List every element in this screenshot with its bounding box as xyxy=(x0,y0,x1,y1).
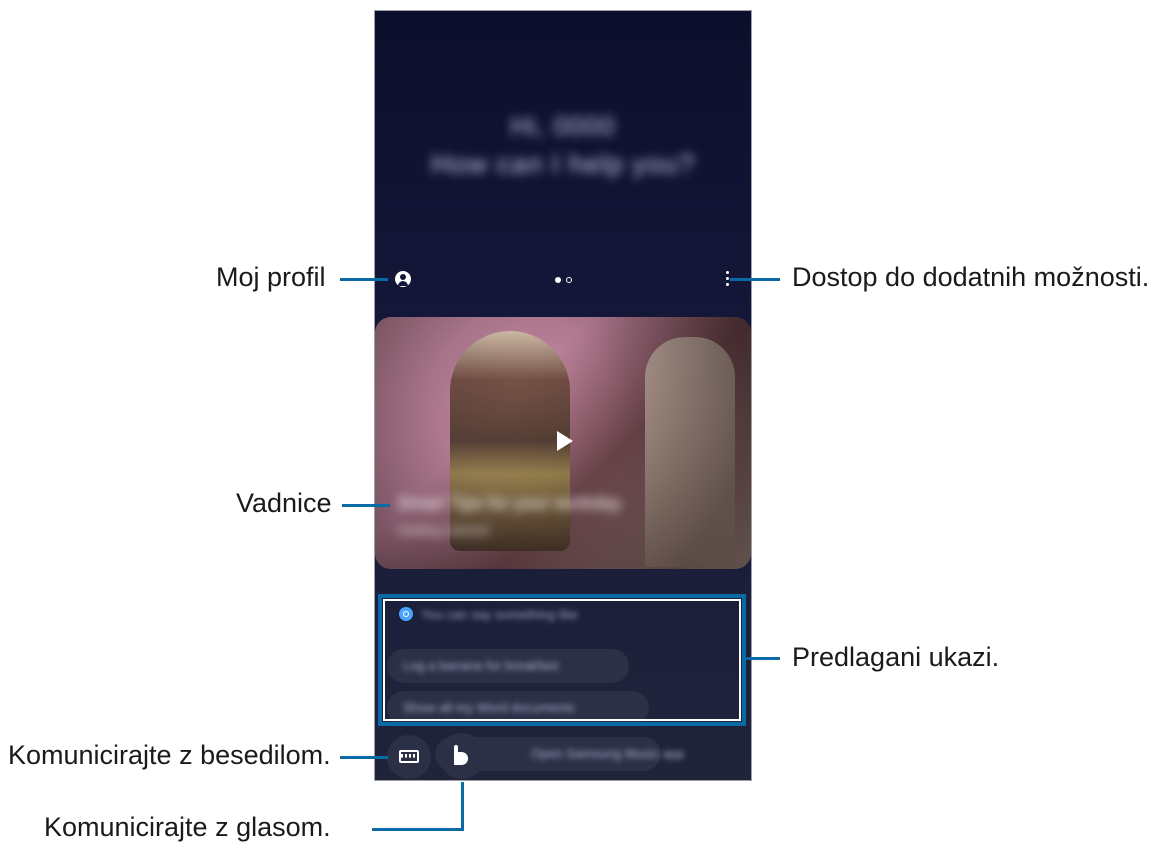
tutorial-caption: Smart Tips for your workday Getting star… xyxy=(397,493,657,538)
greeting-question: How can I help you? xyxy=(431,149,695,179)
callout-line-tutorials xyxy=(342,504,390,507)
label-text-communication: Komunicirajte z besedilom. xyxy=(8,740,331,770)
label-suggested-commands: Predlagani ukazi. xyxy=(792,642,1000,672)
callout-line-profile xyxy=(340,278,388,281)
callout-line-voice-horizontal xyxy=(372,828,464,831)
label-profile: Moj profil xyxy=(216,262,326,292)
callout-line-voice-vertical xyxy=(461,782,464,831)
profile-icon[interactable] xyxy=(395,271,411,287)
page-indicator-active xyxy=(555,277,561,283)
label-tutorials: Vadnice xyxy=(236,488,332,518)
keyboard-icon xyxy=(399,750,419,763)
tutorial-title: Smart Tips for your workday xyxy=(397,493,622,513)
top-row xyxy=(375,269,751,291)
bixby-voice-icon xyxy=(454,745,468,765)
label-more-options: Dostop do dodatnih možnosti. xyxy=(792,262,1150,292)
play-icon[interactable] xyxy=(557,431,573,451)
callout-line-more xyxy=(730,278,780,281)
tutorial-card[interactable]: Smart Tips for your workday Getting star… xyxy=(375,317,751,569)
label-voice-communication: Komunicirajte z glasom. xyxy=(44,812,331,842)
keyboard-button[interactable] xyxy=(387,735,431,779)
suggestions-highlight xyxy=(378,594,746,726)
greeting-name: Hi, 0000 xyxy=(510,111,616,141)
callout-line-text xyxy=(340,756,388,759)
tutorial-subtitle: Getting started xyxy=(397,522,489,538)
voice-button[interactable] xyxy=(439,733,485,779)
page-indicator-inactive xyxy=(566,277,572,283)
callout-line-suggestions xyxy=(746,657,780,660)
